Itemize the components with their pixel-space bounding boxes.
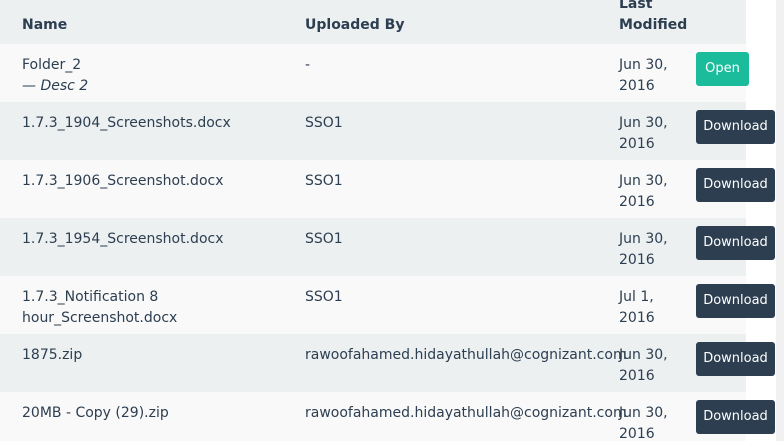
file-name-cell[interactable]: 1875.zip: [22, 345, 292, 366]
table-header: Name Uploaded By Last Modified: [0, 0, 746, 44]
table-row: 1.7.3_Notification 8 hour_Screenshot.doc…: [0, 276, 775, 334]
download-button[interactable]: Download: [696, 226, 775, 260]
column-header-uploaded-by[interactable]: Uploaded By: [305, 15, 404, 36]
file-list-viewport: Name Uploaded By Last Modified Folder_2 …: [0, 0, 784, 441]
table-row: 1.7.3_1906_Screenshot.docx SSO1 Jun 30, …: [0, 160, 775, 218]
download-button[interactable]: Download: [696, 168, 775, 202]
uploaded-by-cell: -: [305, 57, 311, 73]
uploaded-by-cell: SSO1: [305, 115, 343, 131]
uploaded-by-cell: rawoofahamed.hidayathullah@cognizant.com: [305, 405, 627, 421]
uploaded-by-cell: SSO1: [305, 231, 343, 247]
folder-name[interactable]: Folder_2: [22, 55, 292, 76]
file-name-cell: Folder_2 — Desc 2: [22, 55, 292, 97]
download-button[interactable]: Download: [696, 284, 775, 318]
last-modified-cell: Jun 30, 2016: [619, 405, 668, 441]
file-name-cell[interactable]: 1.7.3_1954_Screenshot.docx: [22, 229, 292, 250]
download-button[interactable]: Download: [696, 110, 775, 144]
last-modified-cell: Jun 30, 2016: [619, 57, 668, 94]
file-name-cell[interactable]: 1.7.3_Notification 8 hour_Screenshot.doc…: [22, 287, 192, 329]
column-header-name[interactable]: Name: [22, 15, 67, 36]
download-button[interactable]: Download: [696, 342, 775, 376]
table-row: 1.7.3_1904_Screenshots.docx SSO1 Jun 30,…: [0, 102, 775, 160]
table-row: 20MB - Copy (29).zip rawoofahamed.hidaya…: [0, 392, 775, 441]
last-modified-cell: Jul 1, 2016: [619, 289, 655, 326]
table-row: 1.7.3_1954_Screenshot.docx SSO1 Jun 30, …: [0, 218, 775, 276]
table-row: 1875.zip rawoofahamed.hidayathullah@cogn…: [0, 334, 775, 392]
uploaded-by-cell: SSO1: [305, 173, 343, 189]
last-modified-cell: Jun 30, 2016: [619, 231, 668, 268]
folder-description: — Desc 2: [22, 78, 89, 94]
file-name-cell[interactable]: 1.7.3_1906_Screenshot.docx: [22, 171, 292, 192]
file-name-cell[interactable]: 20MB - Copy (29).zip: [22, 403, 292, 424]
vertical-scrollbar[interactable]: [776, 0, 784, 441]
last-modified-cell: Jun 30, 2016: [619, 173, 668, 210]
file-name-cell[interactable]: 1.7.3_1904_Screenshots.docx: [22, 113, 292, 134]
column-header-last-modified[interactable]: Last Modified: [619, 0, 689, 36]
uploaded-by-cell: SSO1: [305, 289, 343, 305]
download-button[interactable]: Download: [696, 400, 775, 434]
table-row: Folder_2 — Desc 2 - Jun 30, 2016 Open: [0, 44, 749, 102]
last-modified-cell: Jun 30, 2016: [619, 347, 668, 384]
open-button[interactable]: Open: [696, 52, 749, 86]
last-modified-cell: Jun 30, 2016: [619, 115, 668, 152]
uploaded-by-cell: rawoofahamed.hidayathullah@cognizant.com: [305, 347, 627, 363]
